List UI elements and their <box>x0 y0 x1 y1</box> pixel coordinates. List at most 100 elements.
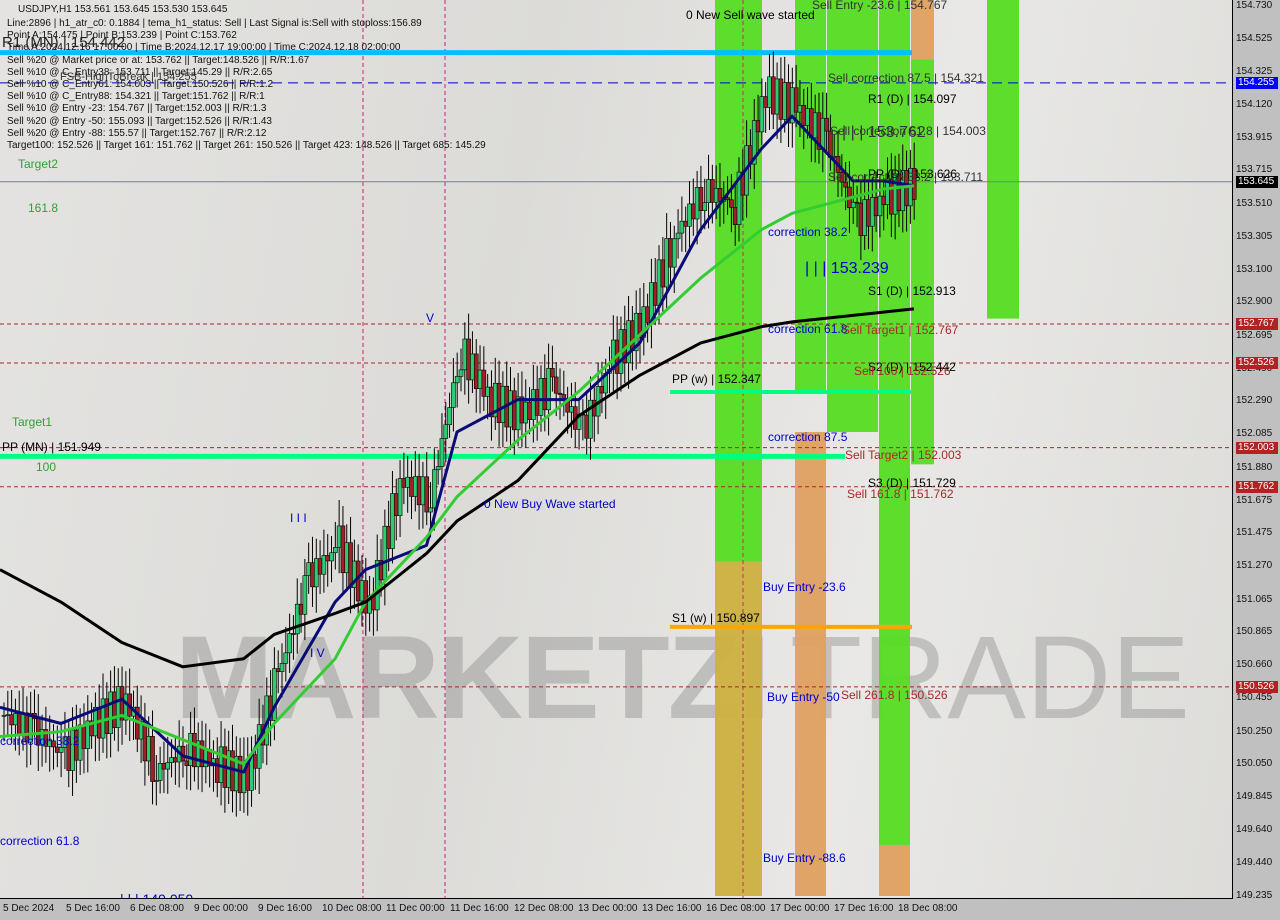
price-badge: 152.767 <box>1236 317 1278 330</box>
candle-body <box>713 188 719 203</box>
x-tick-label: 11 Dec 16:00 <box>450 903 509 914</box>
y-tick-label: 154.120 <box>1236 98 1273 110</box>
info-line: Sell %20 @ Entry -50: 155.093 || Target:… <box>7 115 272 127</box>
chart-annotation: S1 (D) | 152.913 <box>868 284 956 298</box>
candle-body <box>142 720 148 762</box>
candle-body <box>150 736 155 782</box>
chart-annotation: Target2 <box>18 157 59 171</box>
chart-plot-area[interactable]: MARKETZI TRADE USDJPY,H1 153.561 153.645… <box>0 0 1233 899</box>
y-tick-label: 149.235 <box>1236 890 1273 901</box>
candle-body <box>279 662 285 672</box>
candle-body <box>393 493 399 516</box>
zone-band <box>879 844 910 896</box>
chart-annotation: Sell 261.8 | 150.526 <box>841 688 948 702</box>
price-badge: 152.003 <box>1236 441 1278 454</box>
chart-annotation: 100 <box>36 460 57 474</box>
candle-body <box>820 117 826 150</box>
candle-body <box>359 580 365 602</box>
x-tick-label: 13 Dec 00:00 <box>578 903 638 914</box>
chart-annotation: 0 New Sell wave started <box>686 8 815 22</box>
candle-body <box>161 762 167 770</box>
y-tick-label: 151.475 <box>1236 527 1273 539</box>
candle-body <box>660 259 666 288</box>
candle-body <box>428 507 433 513</box>
chart-annotation: 0 New Buy Wave started <box>484 497 616 511</box>
zone-band <box>911 59 934 465</box>
candle-body <box>534 389 540 416</box>
candle-body <box>294 603 300 635</box>
x-tick-label: 18 Dec 08:00 <box>898 903 958 914</box>
symbol-ohlc-line: USDJPY,H1 153.561 153.645 153.530 153.64… <box>18 4 228 15</box>
candle-body <box>500 385 506 424</box>
candle-body <box>668 238 673 268</box>
candle-body <box>336 525 342 548</box>
candle-body <box>9 714 14 726</box>
candle-body <box>386 525 391 549</box>
candle-body <box>214 758 220 783</box>
candle-body <box>858 202 864 236</box>
chart-annotation: Sell Target1 | 152.767 <box>842 323 959 337</box>
candle-body <box>824 117 829 132</box>
candle-body <box>717 188 723 202</box>
candle-body <box>253 754 258 769</box>
chart-annotation: correction 61.8 <box>0 834 80 848</box>
x-tick-label: 5 Dec 2024 <box>3 903 55 914</box>
candle-body <box>698 187 704 211</box>
chart-annotation: Buy Entry -23.6 <box>763 580 846 594</box>
candle-body <box>527 401 532 420</box>
candle-body <box>466 338 471 381</box>
chart-annotation: Buy Entry -50 <box>767 690 840 704</box>
candle-body <box>451 382 456 408</box>
candle-body <box>774 78 780 115</box>
candle-body <box>146 736 152 762</box>
y-tick-label: 151.675 <box>1236 494 1273 506</box>
candle-body <box>432 469 437 509</box>
candle-body <box>13 713 18 726</box>
candle-body <box>850 201 856 209</box>
chart-annotation: I I I <box>290 511 307 525</box>
candle-body <box>702 202 708 211</box>
candle-body <box>710 179 715 203</box>
candle-body <box>782 82 788 120</box>
candle-body <box>531 389 536 420</box>
chart-annotation: correction 38.2 <box>768 225 848 239</box>
chart-annotation: S1 (w) | 150.897 <box>672 611 760 625</box>
candle-body <box>656 259 662 306</box>
x-tick-label: 9 Dec 00:00 <box>194 903 248 914</box>
price-badge: 152.526 <box>1236 356 1278 369</box>
candle-body <box>363 580 369 614</box>
candle-body <box>184 760 190 766</box>
x-tick-label: 9 Dec 16:00 <box>258 903 312 914</box>
price-badge: 151.762 <box>1236 480 1278 493</box>
candle-body <box>313 558 319 588</box>
candle-body <box>508 390 513 428</box>
y-tick-label: 150.050 <box>1236 757 1273 769</box>
x-tick-label: 17 Dec 16:00 <box>834 903 894 914</box>
ma-line-tema_navy <box>0 114 915 774</box>
y-tick-label: 150.455 <box>1236 692 1273 704</box>
candle-body <box>154 780 159 782</box>
candle-body <box>310 562 315 588</box>
chart-annotation: correction 38.2 <box>0 734 80 748</box>
candle-body <box>348 542 353 588</box>
info-line: Sell %20 @ Entry -88: 155.57 || Target:1… <box>7 127 267 139</box>
candle-body <box>732 206 738 225</box>
candle-body <box>58 747 64 753</box>
candle-body <box>481 369 487 397</box>
candle-body <box>173 757 178 763</box>
candle-body <box>767 76 772 108</box>
candle-body <box>340 525 346 574</box>
candle-body <box>538 378 544 416</box>
candle-body <box>5 714 11 716</box>
chart-annotation: Sell correction 38.2 | 153.711 <box>828 170 983 184</box>
y-tick-label: 153.510 <box>1236 197 1273 209</box>
candle-body <box>283 652 289 664</box>
chart-annotation: correction 87.5 <box>768 430 848 444</box>
fsb-label: FSB-HighToBreak | 154.255 <box>60 71 197 83</box>
candle-body <box>192 732 197 768</box>
candle-body <box>866 199 871 227</box>
info-line: Sell %10 @ Entry -23: 154.767 || Target:… <box>7 103 267 115</box>
chart-annotation: V <box>426 311 435 325</box>
y-tick-label: 149.845 <box>1236 791 1273 803</box>
price-badge: 150.526 <box>1236 680 1278 693</box>
